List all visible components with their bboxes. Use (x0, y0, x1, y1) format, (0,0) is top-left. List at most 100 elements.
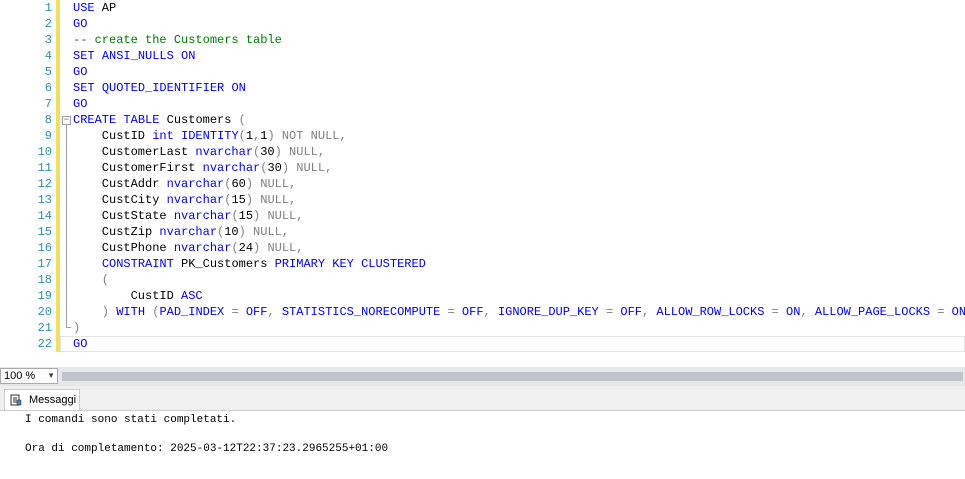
code-line[interactable]: USE AP (73, 0, 116, 16)
code-line[interactable]: GO (73, 64, 87, 80)
line-number: 4 (44, 49, 52, 63)
sql-keyword: ALLOW_PAGE_LOCKS (814, 305, 931, 319)
code-line[interactable]: SET QUOTED_IDENTIFIER ON (73, 80, 246, 96)
code-line[interactable]: CREATE TABLE Customers ( (73, 112, 246, 128)
line-number: 14 (37, 209, 52, 223)
line-number-gutter: 1 2 3 4 5 6 7 8 9 10 11 12 13 14 15 16 17 18 19 20 21 22 (0, 0, 56, 355)
line-number: 3 (44, 33, 52, 47)
sql-text: 15 (231, 193, 246, 207)
sql-operator: NULL, (281, 145, 326, 159)
code-line[interactable]: CustID int IDENTITY(1,1) NOT NULL, (73, 128, 347, 144)
sql-operator: ) (245, 177, 254, 191)
sql-text: CustomerFirst (73, 161, 203, 175)
horizontal-scrollbar[interactable] (62, 370, 965, 383)
sql-text: CustID (73, 129, 153, 143)
sql-operator: ( (231, 241, 239, 255)
code-line[interactable]: CustZip nvarchar(10) NULL, (73, 224, 289, 240)
sql-operator: ) (245, 193, 254, 207)
code-line[interactable]: CustomerLast nvarchar(30) NULL, (73, 144, 325, 160)
sql-operator: = (930, 305, 952, 319)
code-line[interactable]: GO (73, 96, 87, 112)
sql-keyword: GO (73, 65, 88, 79)
sql-operator: = (598, 305, 621, 319)
sql-operator: NULL, (253, 177, 297, 191)
code-line[interactable]: CustomerFirst nvarchar(30) NULL, (73, 160, 332, 176)
sql-text: CustAddr (73, 177, 167, 191)
query-editor[interactable]: 1 2 3 4 5 6 7 8 9 10 11 12 13 14 15 16 17 18 19 20 21 22 − US… (0, 0, 965, 365)
sql-keyword: GO (73, 337, 88, 351)
line-number: 2 (44, 17, 52, 31)
sql-keyword: OFF (245, 305, 268, 319)
sql-operator: NULL, (260, 209, 304, 223)
sql-operator: NULL, (253, 193, 297, 207)
sql-keyword: STATISTICS_NORECOMPUTE (281, 305, 441, 319)
sql-operator: ) (238, 225, 246, 239)
sql-comment: -- create the Customers table (73, 33, 282, 47)
code-line[interactable]: ( (73, 272, 109, 288)
sql-operator: ) (73, 321, 81, 335)
message-line: Ora di completamento: 2025-03-12T22:37:2… (25, 443, 389, 455)
code-line[interactable]: CONSTRAINT PK_Customers PRIMARY KEY CLUS… (73, 256, 426, 272)
sql-text: AP (94, 1, 117, 15)
sql-keyword: nvarchar (173, 241, 232, 255)
sql-keyword: QUOTED_IDENTIFIER (101, 81, 225, 95)
scrollbar-thumb[interactable] (62, 372, 963, 381)
line-number: 12 (37, 177, 52, 191)
sql-text: CustState (73, 209, 174, 223)
sql-operator: , (267, 305, 282, 319)
sql-operator: NULL, (245, 225, 290, 239)
line-number: 6 (44, 81, 52, 95)
sql-operator: = (440, 305, 462, 319)
line-number: 21 (37, 321, 52, 335)
sql-operator: ( (238, 113, 246, 127)
sql-keyword: ALLOW_ROW_LOCKS (656, 305, 765, 319)
messages-icon (10, 394, 22, 406)
line-number: 13 (37, 193, 52, 207)
sql-text: CustID (73, 289, 182, 303)
code-line[interactable]: ) WITH (PAD_INDEX = OFF, STATISTICS_NORE… (73, 304, 965, 320)
sql-keyword: IDENTITY (181, 129, 239, 143)
sql-keyword: GO (73, 97, 88, 111)
line-number: 17 (37, 257, 52, 271)
code-line[interactable]: CustPhone nvarchar(24) NULL, (73, 240, 304, 256)
sql-operator: ( (238, 129, 246, 143)
tab-messages[interactable]: Messaggi (4, 389, 80, 410)
tab-messages-label: Messaggi (29, 394, 77, 406)
line-number: 7 (44, 97, 52, 111)
code-line[interactable]: CustCity nvarchar(15) NULL, (73, 192, 296, 208)
code-line[interactable]: GO (73, 336, 87, 352)
sql-keyword: OFF (461, 305, 484, 319)
line-number: 11 (37, 161, 52, 175)
sql-operator: , (800, 305, 815, 319)
zoom-bar: 100 % ▼ (0, 367, 965, 386)
zoom-select[interactable]: 100 % ▼ (0, 368, 58, 384)
sql-text: CustCity (73, 193, 167, 207)
code-line[interactable]: GO (73, 16, 87, 32)
code-line[interactable]: SET ANSI_NULLS ON (73, 48, 195, 64)
sql-keyword: OFF (620, 305, 642, 319)
sql-text: CustZip (73, 225, 160, 239)
collapse-toggle-icon[interactable]: − (62, 116, 71, 125)
sql-operator: ( (73, 273, 110, 287)
code-line[interactable]: CustID ASC (73, 288, 203, 304)
sql-operator: NULL, (260, 241, 304, 255)
sql-keyword: nvarchar (195, 145, 254, 159)
code-line[interactable]: ) (73, 320, 80, 336)
line-number: 15 (37, 225, 52, 239)
sql-text: CustPhone (73, 241, 174, 255)
sql-text: 1 (245, 129, 254, 143)
sql-keyword: GO (73, 17, 88, 31)
messages-pane: I comandi sono stati completati. Ora di … (0, 411, 965, 479)
change-tracking-bar (56, 0, 60, 352)
sql-operator: ( (145, 305, 160, 319)
code-line[interactable]: -- create the Customers table (73, 32, 282, 48)
sql-keyword: USE (73, 1, 95, 15)
code-line[interactable]: CustAddr nvarchar(60) NULL, (73, 176, 296, 192)
code-line[interactable]: CustState nvarchar(15) NULL, (73, 208, 304, 224)
sql-keyword: ON (951, 305, 965, 319)
current-line-highlight (60, 336, 965, 352)
